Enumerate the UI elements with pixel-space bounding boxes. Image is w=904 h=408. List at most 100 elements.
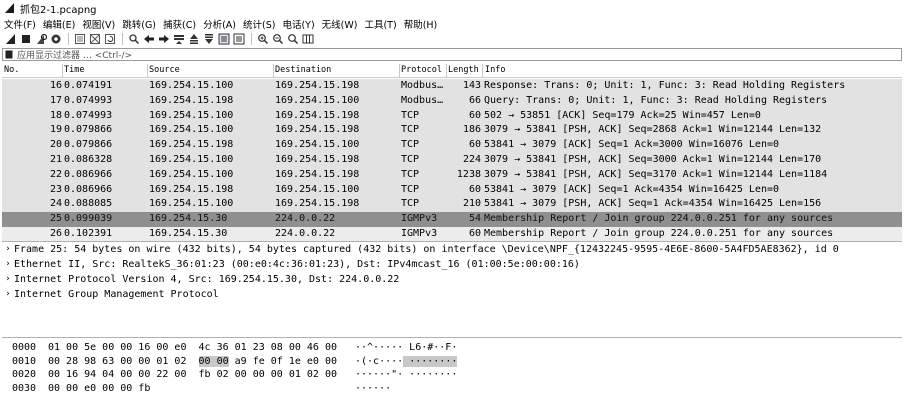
packet-time: 0.074993 [64,109,113,121]
column-header-length[interactable]: Length [448,65,479,75]
column-divider[interactable] [482,64,483,78]
column-divider[interactable] [446,64,447,78]
hex-row: 0010 00 28 98 63 00 00 01 02 00 00 a9 fe … [2,355,902,369]
packet-info: 53841 → 3079 [ACK] Seq=1 Ack=3000 Win=16… [484,139,780,151]
packet-protocol: Modbus… [401,80,444,91]
packet-row[interactable]: 17 0.074993 169.254.15.198 169.254.15.100 Mo… [2,93,902,109]
detail-tree-item[interactable]: › Ethernet II, Src: RealtekS_36:01:23 (00… [2,257,902,272]
packet-details-pane[interactable]: › Frame 25: 54 bytes on wire (432 bits), … [2,241,902,335]
column-header-time[interactable]: Time [64,65,84,75]
shark-fin-start-icon[interactable] [4,33,18,46]
expand-arrow-icon[interactable]: › [2,287,14,302]
menu-tools[interactable]: 工具(T) [364,17,396,31]
packet-time: 0.079866 [64,139,113,151]
detail-tree-item[interactable]: › Internet Protocol Version 4, Src: 169.2… [2,272,902,287]
packet-no: 17 [49,94,62,106]
goto-packet-icon[interactable] [172,33,186,46]
hex-bytes-part: 00 28 98 63 00 00 01 02 [48,355,199,367]
autoscroll-icon[interactable] [217,33,231,46]
options-gear-icon[interactable] [49,33,63,46]
hex-ascii[interactable]: ······ [355,382,391,396]
packet-protocol: TCP [401,139,420,151]
colorize-icon[interactable] [232,33,246,46]
packet-row[interactable]: 19 0.079866 169.254.15.100 169.254.15.198 TC… [2,123,902,139]
hex-bytes[interactable]: 00 28 98 63 00 00 01 02 00 00 a9 fe 0f 1… [48,355,337,369]
packet-info: Membership Report / Join group 224.0.0.2… [484,227,834,239]
column-header-source[interactable]: Source [149,65,180,75]
packet-row[interactable]: 25 0.099039 169.254.15.30 224.0.0.22 IGMPv3 5… [2,212,902,227]
restart-icon[interactable] [34,33,48,46]
file-icon[interactable] [88,33,102,46]
packet-source: 169.254.15.100 [149,198,234,210]
packet-row[interactable]: 21 0.086328 169.254.15.100 169.254.15.198 TC… [2,152,902,168]
menu-capture[interactable]: 捕获(C) [163,17,196,31]
column-header-destination[interactable]: Destination [275,65,331,75]
packet-length: 186 [462,124,481,136]
hex-bytes[interactable]: 00 00 e0 00 00 fb [48,382,150,396]
open-file-icon[interactable] [73,33,87,46]
hex-bytes[interactable]: 00 16 94 04 00 00 22 00 fb 02 00 00 00 0… [48,368,337,382]
zoom-in-icon[interactable] [256,33,270,46]
find-icon[interactable] [127,33,141,46]
bookmark-icon[interactable] [5,50,15,59]
packet-list[interactable]: No. Time Source Destination Protocol Len… [2,64,902,242]
zoom-normal-icon[interactable] [286,33,300,46]
display-filter-input[interactable]: 应用显示过滤器 … <Ctrl-/> [2,48,902,61]
hex-bytes[interactable]: 01 00 5e 00 00 16 00 e0 4c 36 01 23 08 0… [48,341,337,355]
packet-protocol: TCP [401,183,420,195]
hex-offset: 0010 [12,355,37,367]
detail-tree-item[interactable]: › Internet Group Management Protocol [2,287,902,302]
close-file-icon[interactable] [103,33,117,46]
packet-destination: 169.254.15.100 [275,139,360,151]
packet-row[interactable]: 20 0.079866 169.254.15.198 169.254.15.100 TC… [2,138,902,153]
packet-row[interactable]: 23 0.086966 169.254.15.198 169.254.15.100 TC… [2,182,902,198]
packet-bytes-pane[interactable]: 0000 01 00 5e 00 00 16 00 e0 4c 36 01 23 … [2,337,902,408]
first-packet-icon[interactable] [187,33,201,46]
detail-tree-item[interactable]: › Frame 25: 54 bytes on wire (432 bits), … [2,242,902,257]
column-divider[interactable] [399,64,400,78]
packet-row[interactable]: 22 0.086966 169.254.15.100 169.254.15.198 TC… [2,167,902,183]
column-divider[interactable] [62,64,63,78]
column-divider[interactable] [273,64,274,78]
packet-source: 169.254.15.100 [149,80,234,91]
menu-telephony[interactable]: 电话(Y) [282,17,314,31]
column-divider[interactable] [147,64,148,78]
packet-row[interactable]: 24 0.088085 169.254.15.100 169.254.15.198 TC… [2,197,902,213]
packet-no: 25 [49,213,62,225]
column-header-info[interactable]: Info [485,65,505,75]
column-header-protocol[interactable]: Protocol [401,65,442,75]
expand-arrow-icon[interactable]: › [2,272,14,287]
zoom-out-icon[interactable] [271,33,285,46]
menu-go[interactable]: 跳转(G) [122,17,156,31]
stop-icon[interactable] [19,33,33,46]
expand-arrow-icon[interactable]: › [2,257,14,272]
menu-view[interactable]: 视图(V) [82,17,115,31]
hex-offset: 0020 [12,369,37,380]
packet-protocol: Modbus… [401,94,444,106]
packet-row[interactable]: 26 0.102391 169.254.15.30 224.0.0.22 IGMPv3 6… [2,226,902,242]
packet-row[interactable]: 16 0.074191 169.254.15.100 169.254.15.198 Mo… [2,79,902,94]
hex-ascii[interactable]: ······"· ········ [355,368,457,382]
menu-wireless[interactable]: 无线(W) [322,17,358,31]
column-header-no[interactable]: No. [4,65,19,75]
menu-analyze[interactable]: 分析(A) [203,17,236,31]
packet-info: 3079 → 53841 [PSH, ACK] Seq=3000 Ack=1 W… [484,153,822,165]
hex-ascii-part: ··^····· L6·#··F· [355,342,458,353]
packet-no: 18 [49,109,62,121]
hex-bytes-highlight: 00 00 [198,355,229,367]
menu-edit[interactable]: 编辑(E) [43,17,75,31]
packet-row[interactable]: 18 0.074993 169.254.15.100 169.254.15.198 TC… [2,108,902,124]
back-arrow-icon[interactable] [142,33,156,46]
forward-arrow-icon[interactable] [157,33,171,46]
menu-help[interactable]: 帮助(H) [404,17,438,31]
last-packet-icon[interactable] [202,33,216,46]
expand-arrow-icon[interactable]: › [2,242,14,257]
hex-ascii[interactable]: ··^····· L6·#··F· [355,341,457,355]
packet-protocol: TCP [401,124,420,136]
menu-statistics[interactable]: 统计(S) [243,17,275,31]
resize-columns-icon[interactable] [301,33,315,46]
packet-time: 0.086966 [64,168,113,180]
menu-file[interactable]: 文件(F) [4,17,36,31]
packet-length: 60 [468,227,481,239]
hex-ascii[interactable]: ·(·c···· ········ [355,355,458,369]
